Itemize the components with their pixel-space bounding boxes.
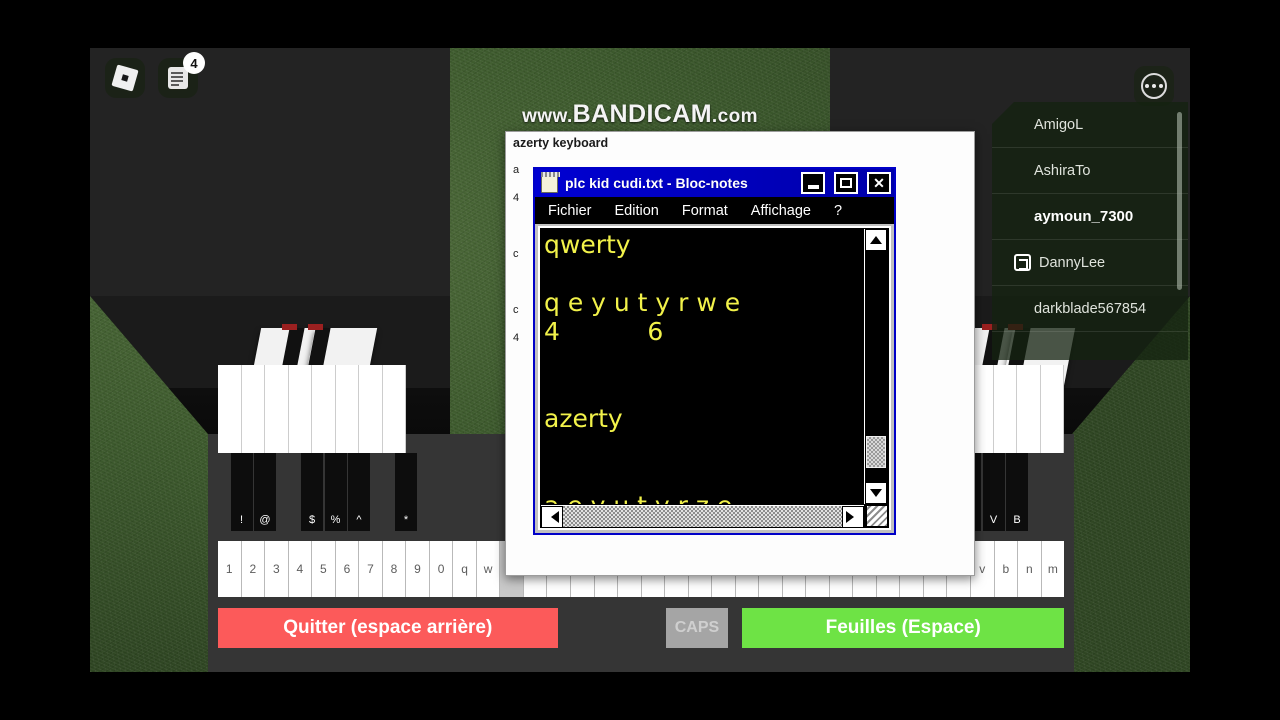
premium-badge-icon — [1014, 254, 1031, 271]
piano-3d-key-marker — [282, 324, 297, 330]
piano-white-key-upper-3 — [265, 365, 289, 453]
resize-grip[interactable] — [866, 505, 888, 527]
maximize-button[interactable] — [834, 172, 858, 194]
close-button[interactable]: ✕ — [867, 172, 891, 194]
notepad-title-bar[interactable]: plc kid cudi.txt - Bloc-notes ✕ — [535, 169, 894, 197]
piano-white-key-upper-n — [1017, 365, 1041, 453]
scroll-down-button[interactable] — [865, 482, 887, 504]
piano-white-key-upper-6 — [335, 365, 359, 453]
piano-white-key-1[interactable]: 1 — [218, 541, 242, 597]
piano-white-key-upper-7 — [359, 365, 383, 453]
piano-white-key-9[interactable]: 9 — [406, 541, 430, 597]
player-list-scrollbar[interactable] — [1177, 112, 1182, 290]
chat-badge: 4 — [183, 52, 205, 74]
watermark-brand: BANDICAM — [572, 100, 712, 128]
piano-white-key-4[interactable]: 4 — [288, 541, 313, 597]
piano-white-key-5[interactable]: 5 — [312, 541, 336, 597]
menu-item-affichage[interactable]: Affichage — [751, 203, 811, 219]
piano-black-key-@[interactable]: @ — [254, 453, 276, 531]
notepad-window[interactable]: plc kid cudi.txt - Bloc-notes ✕ Fichier … — [533, 167, 896, 535]
piano-black-key-![interactable]: ! — [230, 453, 253, 531]
piano-black-key-V[interactable]: V — [982, 453, 1005, 531]
piano-white-key-0[interactable]: 0 — [429, 541, 454, 597]
player-list-item[interactable]: AshiraTo — [992, 148, 1188, 194]
player-name: AshiraTo — [1034, 162, 1091, 179]
minimize-button[interactable] — [801, 172, 825, 194]
game-viewport: 4 AmigoL AshiraTo aymoun_7300 DannyLee d… — [90, 48, 1190, 672]
player-list-item-self[interactable]: aymoun_7300 — [992, 194, 1188, 240]
roblox-home-button[interactable] — [105, 58, 145, 98]
scroll-right-button[interactable] — [842, 506, 864, 528]
roblox-logo-icon — [111, 64, 139, 92]
notepad-menu-bar[interactable]: Fichier Edition Format Affichage ? — [535, 197, 894, 224]
menu-item-help[interactable]: ? — [834, 203, 842, 219]
piano-white-key-n[interactable]: n — [1018, 541, 1042, 597]
quit-button[interactable]: Quitter (espace arrière) — [218, 608, 558, 648]
player-list[interactable]: AmigoL AshiraTo aymoun_7300 DannyLee dar… — [992, 102, 1188, 360]
caps-button[interactable]: CAPS — [665, 608, 729, 648]
piano-white-key-w[interactable]: w — [476, 541, 501, 597]
piano-white-key-upper-m — [1040, 365, 1064, 453]
piano-black-key-$[interactable]: $ — [301, 453, 323, 531]
screen-root: 4 AmigoL AshiraTo aymoun_7300 DannyLee d… — [0, 0, 1280, 720]
piano-black-key-*[interactable]: * — [395, 453, 417, 531]
scroll-up-button[interactable] — [865, 229, 887, 251]
notepad-horizontal-scrollbar[interactable] — [541, 505, 864, 528]
player-name: DannyLee — [1039, 254, 1106, 271]
player-list-item[interactable]: DannyLee — [992, 240, 1188, 286]
piano-white-key-2[interactable]: 2 — [241, 541, 266, 597]
azerty-keyboard-window-title: azerty keyboard — [513, 136, 609, 150]
notepad-title-text: plc kid cudi.txt - Bloc-notes — [565, 175, 748, 191]
piano-action-buttons: Quitter (espace arrière) CAPS Feuilles (… — [218, 608, 1064, 648]
piano-white-key-upper-2 — [241, 365, 265, 453]
piano-white-key-8[interactable]: 8 — [382, 541, 407, 597]
player-name: aymoun_7300 — [1034, 208, 1134, 225]
notepad-vertical-scrollbar[interactable] — [864, 229, 888, 504]
sheets-button[interactable]: Feuilles (Espace) — [742, 608, 1064, 648]
watermark-prefix: www. — [522, 106, 573, 127]
watermark-suffix: .com — [711, 106, 758, 127]
notepad-client-area: qwerty q e y u t y r w e 4 6 azerty a e … — [538, 226, 891, 530]
piano-white-key-upper-1 — [218, 365, 242, 453]
player-name: darkblade567854 — [1034, 300, 1147, 317]
piano-white-key-q[interactable]: q — [453, 541, 477, 597]
chat-button[interactable]: 4 — [158, 52, 205, 98]
player-list-item[interactable]: darkblade567854 — [992, 286, 1188, 332]
piano-white-key-m[interactable]: m — [1041, 541, 1065, 597]
piano-black-key-B[interactable]: B — [1006, 453, 1028, 531]
menu-item-format[interactable]: Format — [682, 203, 728, 219]
menu-item-edition[interactable]: Edition — [615, 203, 659, 219]
bandicam-watermark: www.BANDICAM.com — [90, 100, 1190, 129]
piano-white-key-upper-4 — [288, 365, 312, 453]
piano-white-key-upper-8 — [382, 365, 406, 453]
piano-white-key-7[interactable]: 7 — [359, 541, 383, 597]
piano-white-key-upper-5 — [312, 365, 336, 453]
notepad-icon — [541, 171, 560, 193]
vertical-scroll-thumb[interactable] — [866, 436, 886, 468]
piano-white-key-b[interactable]: b — [994, 541, 1019, 597]
piano-white-key-3[interactable]: 3 — [265, 541, 289, 597]
ellipsis-icon — [1141, 73, 1167, 99]
piano-white-key-upper-b — [993, 365, 1017, 453]
piano-black-key-%[interactable]: % — [324, 453, 347, 531]
piano-white-key-6[interactable]: 6 — [335, 541, 360, 597]
scroll-left-button[interactable] — [541, 506, 563, 528]
menu-item-fichier[interactable]: Fichier — [548, 203, 592, 219]
piano-black-key-^[interactable]: ^ — [348, 453, 370, 531]
notepad-text-content[interactable]: qwerty q e y u t y r w e 4 6 azerty a e … — [544, 230, 862, 504]
piano-3d-key-marker — [308, 324, 323, 330]
